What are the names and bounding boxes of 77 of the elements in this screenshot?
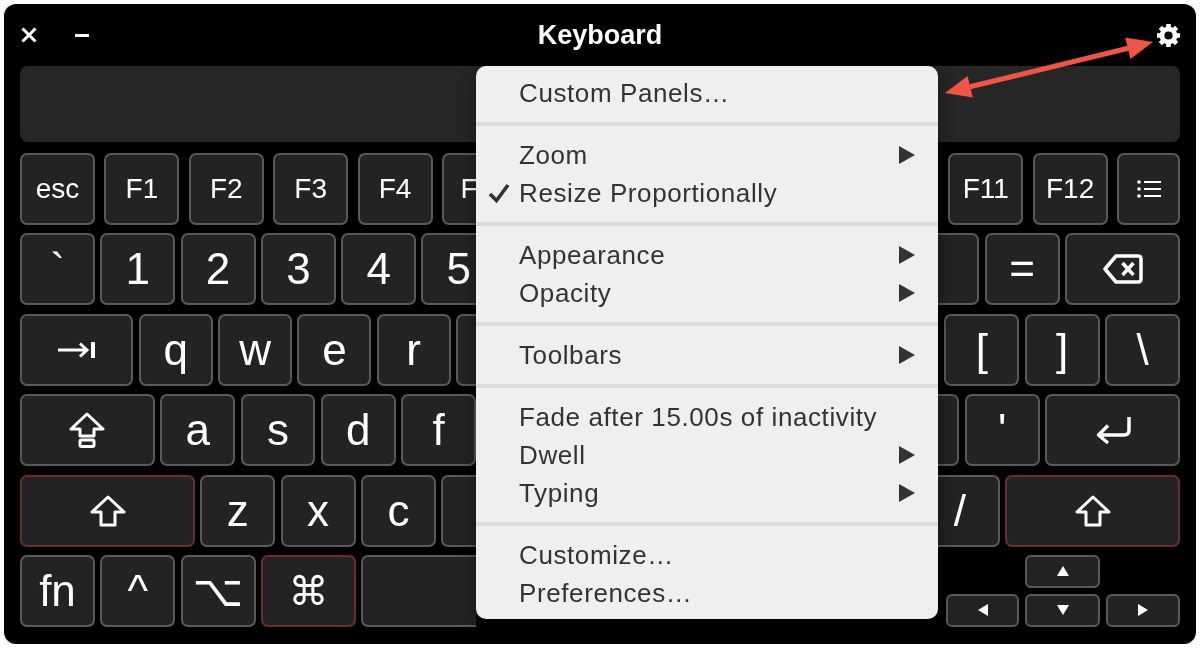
menu-item[interactable]: Typing (476, 474, 938, 512)
tab-arrow-icon (57, 341, 96, 358)
keyboard-key[interactable]: 2 (180, 233, 256, 306)
arrow-key[interactable] (1025, 554, 1100, 588)
keyboard-key[interactable]: e (297, 313, 372, 386)
keyboard-key[interactable]: ⌥ (180, 554, 256, 627)
keyboard-key[interactable]: q (138, 313, 213, 386)
keyboard-key[interactable]: ⌘ (260, 554, 356, 627)
submenu-arrow-icon (899, 484, 915, 502)
backspace-icon (1102, 254, 1143, 285)
keyboard-key[interactable]: x (280, 474, 356, 547)
keyboard-key[interactable]: w (218, 313, 293, 386)
menu-item[interactable]: Customize… (476, 536, 938, 574)
keyboard-key[interactable]: F12 (1032, 153, 1108, 225)
keyboard-key[interactable] (1117, 153, 1180, 225)
keyboard-key[interactable]: c (360, 474, 436, 547)
keyboard-key[interactable]: F (441, 153, 476, 225)
keyboard-key[interactable]: fn (20, 554, 95, 627)
keyboard-key[interactable]: f (401, 394, 476, 467)
arrow-key[interactable] (1106, 593, 1180, 627)
keyboard-key[interactable]: F1 (104, 153, 180, 225)
submenu-arrow-icon (899, 246, 915, 264)
shift-arrow-icon (89, 494, 126, 527)
triangle-right-icon (1138, 604, 1148, 617)
keyboard-key[interactable]: r (376, 313, 451, 386)
menu-item[interactable]: Dwell (476, 436, 938, 474)
menu-item[interactable]: Appearance (476, 236, 938, 274)
keyboard-key[interactable]: \ (1105, 313, 1180, 386)
menu-item[interactable]: Zoom (476, 136, 938, 174)
checkmark-icon (488, 183, 510, 203)
menu-item[interactable]: Fade after 15.00s of inactivity (476, 398, 938, 436)
keyboard-key[interactable]: ' (964, 394, 1040, 467)
window-title: Keyboard (537, 19, 663, 51)
keyboard-key[interactable]: 3 (260, 233, 336, 306)
arrow-key[interactable] (1025, 593, 1100, 627)
caps-lock-icon (69, 412, 106, 449)
keyboard-key[interactable]: z (200, 474, 276, 547)
submenu-arrow-icon (899, 146, 915, 164)
triangle-left-icon (977, 604, 988, 617)
settings-icon[interactable] (1157, 23, 1180, 47)
menu-item[interactable]: Toolbars (476, 336, 938, 374)
keyboard-key[interactable]: F11 (948, 153, 1024, 225)
submenu-arrow-icon (899, 284, 915, 302)
submenu-arrow-icon (899, 446, 915, 464)
list-icon (1136, 180, 1161, 198)
keyboard-key[interactable]: 4 (341, 233, 417, 306)
keyboard-key[interactable] (20, 394, 155, 467)
triangle-down-icon (1056, 605, 1069, 616)
close-icon[interactable] (21, 27, 37, 43)
keyboard-key[interactable]: s (240, 394, 316, 467)
keyboard-key[interactable]: ] (1024, 313, 1100, 386)
arrow-key[interactable] (946, 593, 1019, 627)
keyboard-key[interactable]: F2 (188, 153, 264, 225)
keyboard-key[interactable]: 5 (421, 233, 476, 306)
keyboard-key[interactable]: a (160, 394, 236, 467)
keyboard-key[interactable] (1045, 394, 1180, 467)
menu-item[interactable]: Preferences… (476, 574, 938, 612)
keyboard-key[interactable]: d (320, 394, 396, 467)
minimize-icon[interactable] (75, 33, 89, 37)
space-bar[interactable] (361, 554, 476, 627)
keyboard-key[interactable]: F3 (273, 153, 349, 225)
keyboard-key[interactable] (1065, 233, 1180, 306)
menu-item[interactable]: Resize Proportionally (476, 174, 938, 212)
keyboard-key[interactable]: ^ (100, 554, 176, 627)
menu-item[interactable]: Custom Panels… (476, 74, 938, 112)
keyboard-key[interactable]: [ (944, 313, 1020, 386)
menu-item[interactable]: Opacity (476, 274, 938, 312)
keyboard-key[interactable]: / (938, 474, 1000, 547)
keyboard-key[interactable]: 1 (100, 233, 176, 306)
keyboard-key[interactable]: esc (20, 153, 95, 225)
keyboard-key[interactable]: = (984, 233, 1060, 306)
triangle-up-icon (1056, 566, 1069, 577)
keyboard-key[interactable]: ` (20, 233, 95, 306)
keyboard-key[interactable] (20, 313, 134, 386)
keyboard-key[interactable]: F4 (357, 153, 433, 225)
submenu-arrow-icon (899, 346, 915, 364)
shift-arrow-icon (1074, 494, 1111, 527)
